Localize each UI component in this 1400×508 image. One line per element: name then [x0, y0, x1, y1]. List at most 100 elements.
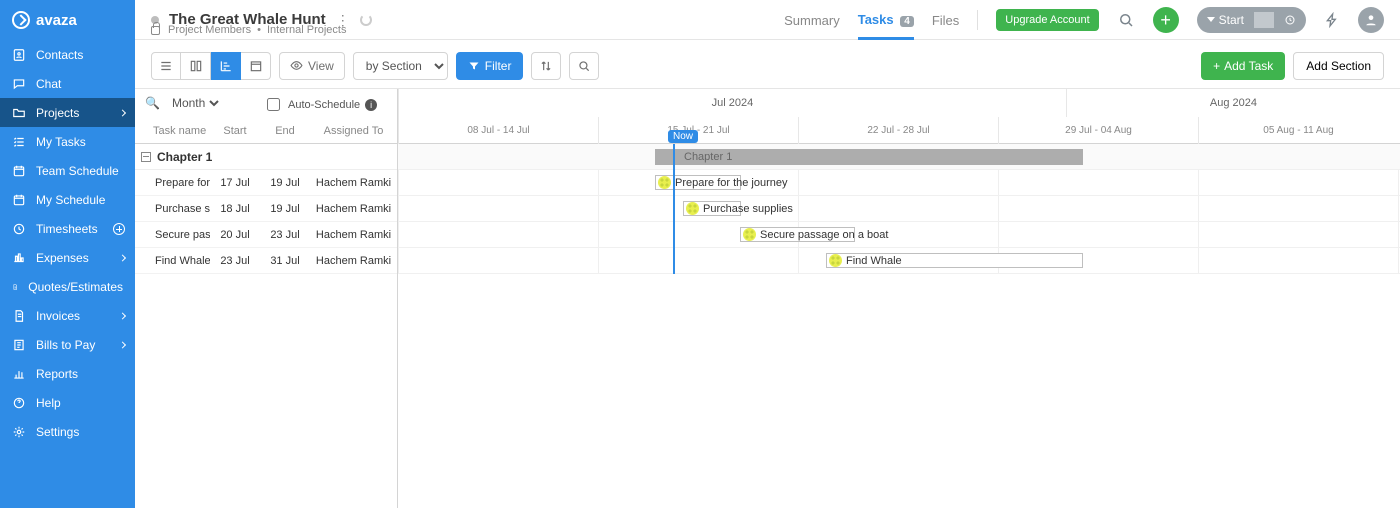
category-label: Internal Projects [267, 24, 346, 36]
sidebar-item-label: Settings [36, 425, 79, 439]
sidebar-item-label: Bills to Pay [36, 338, 95, 352]
plus-icon[interactable] [113, 223, 125, 235]
timer-pill[interactable]: Start [1197, 7, 1306, 33]
view-switch [151, 52, 271, 80]
task-end: 19 Jul [260, 203, 310, 215]
search-tasks-button[interactable] [569, 52, 599, 80]
task-end: 19 Jul [260, 177, 310, 189]
sidebar-item-label: Chat [36, 77, 61, 91]
document-icon [12, 280, 18, 294]
lock-icon [151, 26, 160, 35]
task-bar[interactable]: Secure passage on a boat [740, 227, 855, 242]
task-bar[interactable]: Find Whale [826, 253, 1083, 268]
board-view-button[interactable] [181, 52, 211, 80]
section-row[interactable]: Chapter 1 [135, 144, 397, 170]
sidebar-item-expenses[interactable]: Expenses [0, 243, 135, 272]
task-bar-label: Find Whale [846, 255, 902, 267]
task-bar[interactable]: Purchase supplies [683, 201, 741, 216]
view-options-button[interactable]: View [279, 52, 345, 80]
col-assigned: Assigned To [310, 125, 397, 137]
gantt-right-pane[interactable]: Jul 2024 Aug 2024 08 Jul - 14 Jul 15 Jul… [398, 89, 1400, 508]
sidebar: avaza Contacts Chat Projects My Tasks Te… [0, 0, 135, 508]
gantt-left-pane: 🔍 Month Auto-Schedule i Task name Start … [135, 89, 398, 508]
grouping-select[interactable]: by Section [353, 52, 448, 80]
members-link[interactable]: Project Members [168, 24, 251, 36]
sidebar-item-label: Team Schedule [36, 164, 119, 178]
sidebar-item-mytasks[interactable]: My Tasks [0, 127, 135, 156]
sidebar-item-chat[interactable]: Chat [0, 69, 135, 98]
contacts-icon [12, 48, 26, 62]
sort-button[interactable] [531, 52, 561, 80]
scale-select[interactable]: Month [168, 95, 222, 111]
sidebar-item-projects[interactable]: Projects [0, 98, 135, 127]
user-avatar[interactable] [1358, 7, 1384, 33]
col-start: Start [210, 125, 260, 137]
task-assigned: Hachem Ramki [310, 255, 397, 267]
col-task: Task name [135, 125, 210, 137]
sidebar-item-label: Help [36, 396, 61, 410]
chevron-right-icon [119, 312, 126, 319]
section-bar-label: Chapter 1 [684, 151, 732, 163]
task-row[interactable]: Prepare for the 17 Jul 19 Jul Hachem Ram… [135, 170, 397, 196]
task-bar[interactable]: Prepare for the journey [655, 175, 741, 190]
sidebar-item-bills[interactable]: Bills to Pay [0, 330, 135, 359]
sidebar-item-contacts[interactable]: Contacts [0, 40, 135, 69]
bolt-icon[interactable] [1324, 12, 1340, 28]
task-name: Find Whale [135, 255, 210, 267]
task-row[interactable]: Secure passag 20 Jul 23 Jul Hachem Ramki [135, 222, 397, 248]
upgrade-button[interactable]: Upgrade Account [996, 9, 1098, 31]
tab-summary[interactable]: Summary [784, 13, 840, 38]
tab-files[interactable]: Files [932, 13, 959, 38]
collapse-icon[interactable] [141, 152, 151, 162]
calendar-view-button[interactable] [241, 52, 271, 80]
sidebar-item-help[interactable]: Help [0, 388, 135, 417]
sidebar-item-invoices[interactable]: Invoices [0, 301, 135, 330]
week-cell: 22 Jul - 28 Jul [798, 117, 998, 144]
toolbar: View by Section Filter +Add Task Add Sec… [135, 48, 1400, 83]
sidebar-item-label: My Schedule [36, 193, 105, 207]
task-name: Purchase supp [135, 203, 210, 215]
brand[interactable]: avaza [0, 0, 135, 40]
sidebar-item-teamschedule[interactable]: Team Schedule [0, 156, 135, 185]
task-bar-label: Purchase supplies [703, 203, 793, 215]
bills-icon [12, 338, 26, 352]
expense-icon [12, 251, 26, 265]
info-icon[interactable]: i [365, 99, 377, 111]
sidebar-item-settings[interactable]: Settings [0, 417, 135, 446]
week-cell: 29 Jul - 04 Aug [998, 117, 1198, 144]
add-button[interactable]: + [1153, 7, 1179, 33]
add-section-button[interactable]: Add Section [1293, 52, 1384, 80]
filter-icon [468, 60, 480, 72]
section-bar[interactable]: Chapter 1 [655, 149, 1083, 165]
gantt-task-row: Prepare for the journey [398, 170, 1400, 196]
reports-icon [12, 367, 26, 381]
search-icon[interactable]: 🔍 [145, 96, 160, 110]
task-start: 17 Jul [210, 177, 260, 189]
avatar-icon [743, 228, 756, 241]
tab-tasks[interactable]: Tasks 4 [858, 12, 914, 40]
task-end: 23 Jul [260, 229, 310, 241]
task-assigned: Hachem Ramki [310, 177, 397, 189]
task-row[interactable]: Purchase supp 18 Jul 19 Jul Hachem Ramki [135, 196, 397, 222]
sidebar-item-quotes[interactable]: Quotes/Estimates [0, 272, 135, 301]
sidebar-item-timesheets[interactable]: Timesheets [0, 214, 135, 243]
auto-schedule-toggle[interactable]: Auto-Schedule i [263, 95, 377, 114]
eye-icon [290, 59, 303, 72]
gantt-view-button[interactable] [211, 52, 241, 80]
brand-label: avaza [36, 12, 77, 29]
calendar-icon [12, 193, 26, 207]
task-assigned: Hachem Ramki [310, 229, 397, 241]
sidebar-item-label: Invoices [36, 309, 80, 323]
filter-button[interactable]: Filter [456, 52, 524, 80]
search-icon[interactable] [1117, 11, 1135, 29]
add-task-button[interactable]: +Add Task [1201, 52, 1285, 80]
sidebar-item-label: Timesheets [36, 222, 98, 236]
sidebar-item-myschedule[interactable]: My Schedule [0, 185, 135, 214]
task-row[interactable]: Find Whale 23 Jul 31 Jul Hachem Ramki [135, 248, 397, 274]
chevron-right-icon [119, 109, 126, 116]
task-name: Prepare for the [135, 177, 210, 189]
tab-tasks-label: Tasks [858, 12, 894, 27]
list-view-button[interactable] [151, 52, 181, 80]
sidebar-item-reports[interactable]: Reports [0, 359, 135, 388]
auto-schedule-checkbox[interactable] [267, 98, 280, 111]
